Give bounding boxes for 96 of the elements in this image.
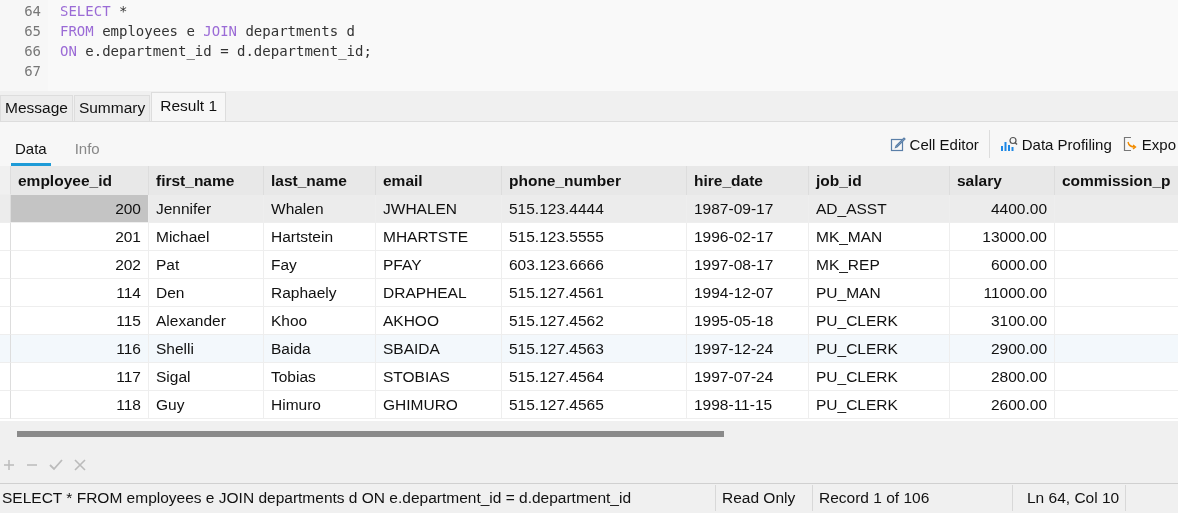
table-cell: DRAPHEAL <box>376 279 502 307</box>
status-position: Ln 64, Col 10 <box>1013 485 1127 511</box>
cell-editor-button[interactable]: Cell Editor <box>887 135 981 153</box>
table-cell: PU_CLERK <box>809 391 950 419</box>
table-cell: PFAY <box>376 251 502 279</box>
code-line: SELECT * <box>60 3 128 19</box>
table-cell: Himuro <box>264 391 376 419</box>
result-tab[interactable]: Summary <box>73 95 151 121</box>
table-cell: SBAIDA <box>376 335 502 363</box>
table-cell: 1996-02-17 <box>687 223 809 251</box>
result-tab[interactable]: Result 1 <box>151 92 227 121</box>
table-cell: Raphaely <box>264 279 376 307</box>
column-header[interactable]: salary <box>950 166 1055 195</box>
table-cell: 1998-11-15 <box>687 391 809 419</box>
table-cell: Pat <box>149 251 264 279</box>
table-cell: 515.127.4561 <box>502 279 687 307</box>
table-cell: 2800.00 <box>950 363 1055 391</box>
code-line: ON e.department_id = d.department_id; <box>60 43 372 59</box>
table-row[interactable]: 118 Guy Himuro GHIMURO 515.127.4565 1998-11-15 PU_CLERK 2600.00 <box>0 391 1178 419</box>
table-cell: 2900.00 <box>950 335 1055 363</box>
table-cell: JWHALEN <box>376 195 502 223</box>
table-cell: PU_CLERK <box>809 363 950 391</box>
table-cell: 117 <box>11 363 149 391</box>
column-header[interactable]: job_id <box>809 166 950 195</box>
table-cell: 4400.00 <box>950 195 1055 223</box>
table-cell: PU_CLERK <box>809 335 950 363</box>
table-cell: 6000.00 <box>950 251 1055 279</box>
scrollbar-thumb[interactable] <box>17 431 724 437</box>
table-cell: 1997-12-24 <box>687 335 809 363</box>
table-cell: 118 <box>11 391 149 419</box>
check-icon[interactable] <box>49 459 63 471</box>
table-cell: 201 <box>11 223 149 251</box>
table-cell: STOBIAS <box>376 363 502 391</box>
table-cell: MK_REP <box>809 251 950 279</box>
table-cell: 1987-09-17 <box>687 195 809 223</box>
column-header[interactable]: employee_id <box>11 166 149 195</box>
table-cell: Shelli <box>149 335 264 363</box>
close-icon[interactable] <box>74 459 86 471</box>
table-cell: Fay <box>264 251 376 279</box>
line-number: 66 <box>23 42 42 61</box>
column-header[interactable]: first_name <box>149 166 264 195</box>
table-cell: 200 <box>11 195 149 223</box>
table-cell: 515.127.4565 <box>502 391 687 419</box>
table-cell: 515.127.4563 <box>502 335 687 363</box>
table-cell: MK_MAN <box>809 223 950 251</box>
column-header[interactable]: phone_number <box>502 166 687 195</box>
table-row[interactable]: 117 Sigal Tobias STOBIAS 515.127.4564 1997-07-24 PU_CLERK 2800.00 <box>0 363 1178 391</box>
chart-search-icon <box>999 136 1018 152</box>
table-cell: Whalen <box>264 195 376 223</box>
status-query: SELECT * FROM employees e JOIN departments d ON e.department_id = d.department_id <box>0 485 716 511</box>
table-cell: 603.123.6666 <box>502 251 687 279</box>
status-mode: Read Only <box>716 485 813 511</box>
table-cell: 116 <box>11 335 149 363</box>
column-header[interactable]: last_name <box>264 166 376 195</box>
table-cell: PU_MAN <box>809 279 950 307</box>
table-cell: Jennifer <box>149 195 264 223</box>
table-cell: Den <box>149 279 264 307</box>
table-cell: 1997-07-24 <box>687 363 809 391</box>
line-number: 67 <box>23 62 42 81</box>
table-cell: 515.123.4444 <box>502 195 687 223</box>
table-cell: AD_ASST <box>809 195 950 223</box>
table-row[interactable]: 200 Jennifer Whalen JWHALEN 515.123.4444 1987-09-17 AD_ASST 4400.00 <box>0 195 1178 223</box>
table-cell: 13000.00 <box>950 223 1055 251</box>
table-cell: 2600.00 <box>950 391 1055 419</box>
column-header[interactable]: commission_p <box>1055 166 1178 195</box>
table-row[interactable]: 116 Shelli Baida SBAIDA 515.127.4563 1997-12-24 PU_CLERK 2900.00 <box>0 335 1178 363</box>
table-cell: Michael <box>149 223 264 251</box>
table-cell: Hartstein <box>264 223 376 251</box>
status-record: Record 1 of 106 <box>813 485 1013 511</box>
table-cell: Baida <box>264 335 376 363</box>
column-header[interactable]: hire_date <box>687 166 809 195</box>
line-number: 65 <box>23 22 42 41</box>
table-cell: Guy <box>149 391 264 419</box>
add-icon[interactable] <box>3 459 15 471</box>
export-icon <box>1121 136 1138 152</box>
table-cell: 515.127.4564 <box>502 363 687 391</box>
pencil-icon <box>889 136 906 152</box>
table-cell: MHARTSTE <box>376 223 502 251</box>
table-row[interactable]: 114 Den Raphaely DRAPHEAL 515.127.4561 1994-12-07 PU_MAN 11000.00 <box>0 279 1178 307</box>
data-profiling-button[interactable]: Data Profiling <box>997 135 1114 153</box>
table-cell: 515.123.5555 <box>502 223 687 251</box>
table-cell: Sigal <box>149 363 264 391</box>
table-cell: 1994-12-07 <box>687 279 809 307</box>
result-tab[interactable]: Message <box>0 95 73 121</box>
table-cell: 114 <box>11 279 149 307</box>
column-header[interactable]: email <box>376 166 502 195</box>
table-cell: Tobias <box>264 363 376 391</box>
table-cell: 202 <box>11 251 149 279</box>
table-cell: GHIMURO <box>376 391 502 419</box>
table-cell: 1997-08-17 <box>687 251 809 279</box>
code-line: FROM employees e JOIN departments d <box>60 23 356 39</box>
export-button[interactable]: Expo <box>1119 135 1178 153</box>
line-number: 64 <box>23 2 42 21</box>
table-cell: 11000.00 <box>950 279 1055 307</box>
table-row[interactable]: 202 Pat Fay PFAY 603.123.6666 1997-08-17 MK_REP 6000.00 <box>0 251 1178 279</box>
table-row[interactable]: 201 Michael Hartstein MHARTSTE 515.123.5555 1996-02-17 MK_MAN 13000.00 <box>0 223 1178 251</box>
